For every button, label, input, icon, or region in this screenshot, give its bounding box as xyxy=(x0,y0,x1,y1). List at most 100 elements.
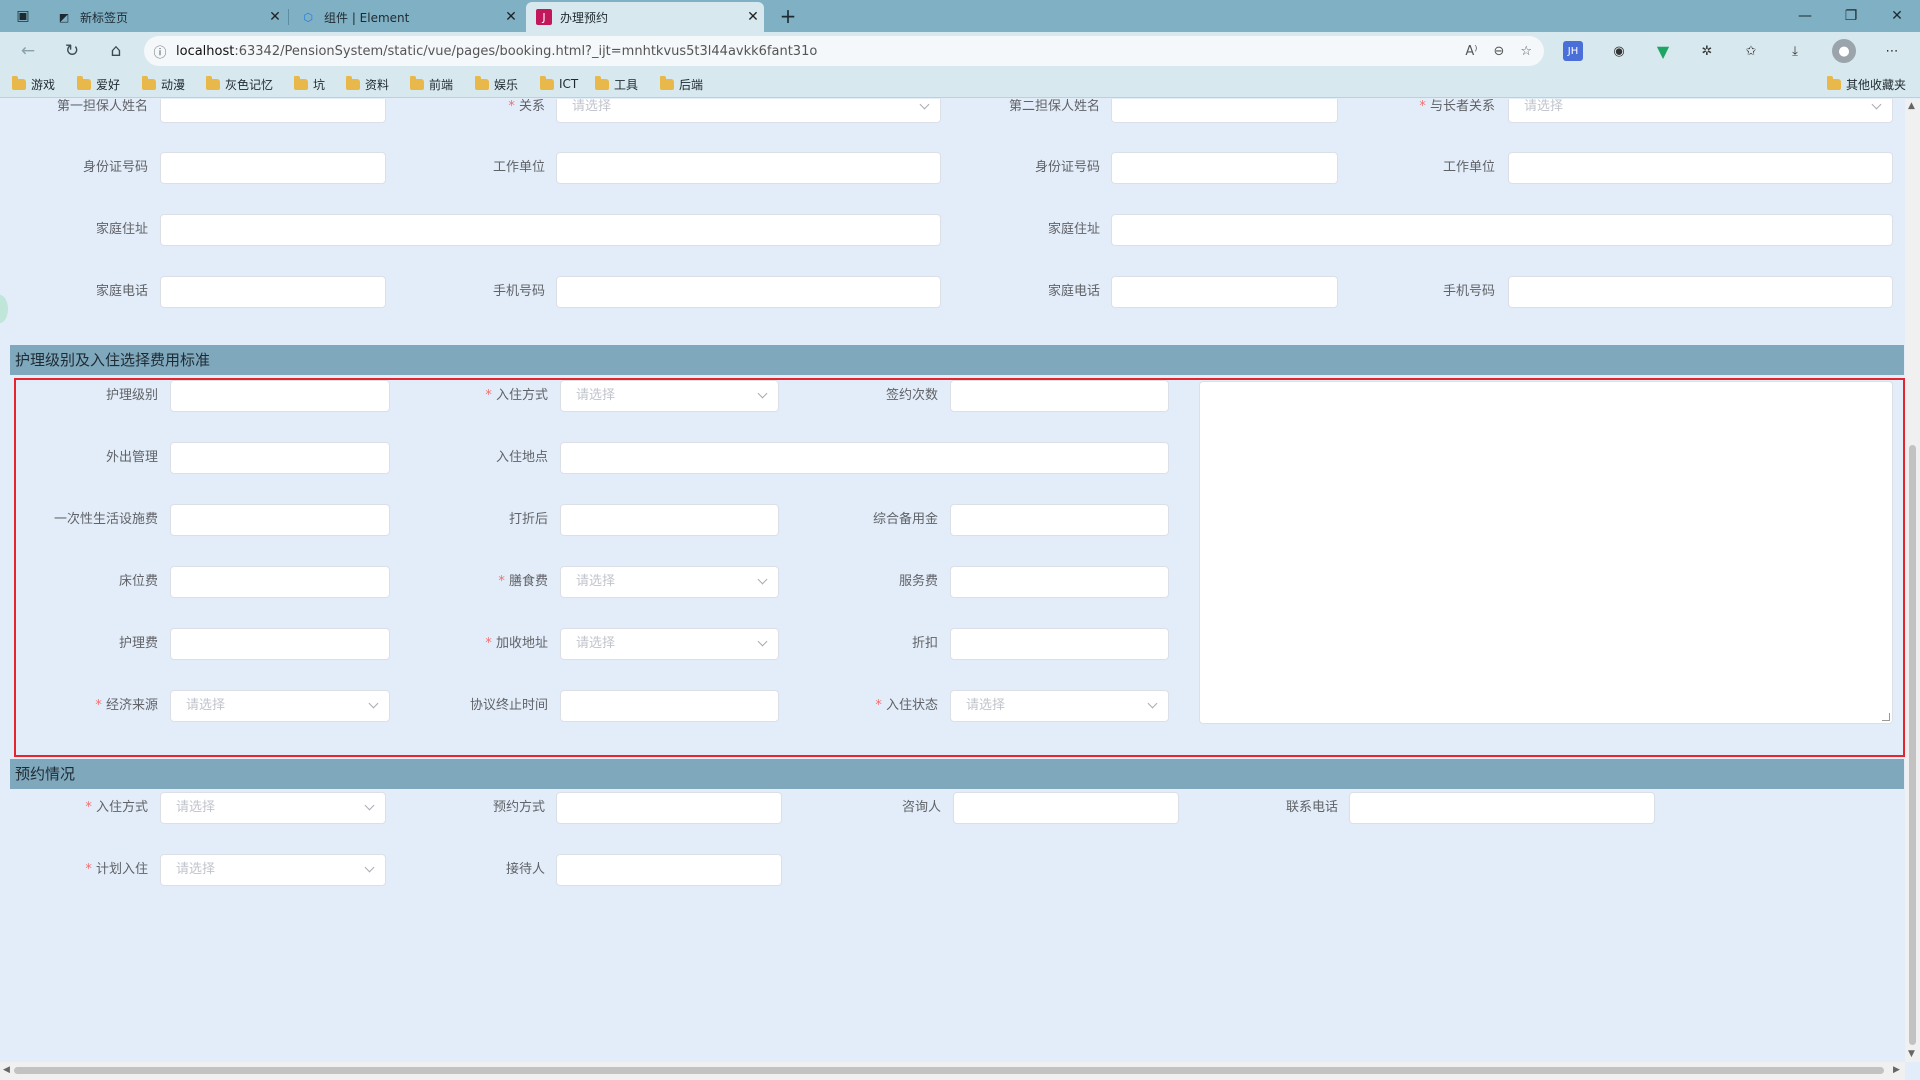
extension-icon[interactable]: ◉ xyxy=(1607,39,1631,63)
close-icon[interactable]: ✕ xyxy=(500,9,522,25)
bookmark-folder[interactable]: 前端 xyxy=(410,74,453,94)
chevron-down-icon xyxy=(919,99,930,110)
service-fee-input[interactable] xyxy=(950,566,1169,598)
tab-actions-icon[interactable]: ▣ xyxy=(0,0,46,32)
read-aloud-icon[interactable]: A⁾ xyxy=(1465,44,1477,59)
bookmark-folder[interactable]: 灰色记忆 xyxy=(206,74,273,94)
home-icon[interactable]: ⌂ xyxy=(102,37,130,65)
resize-handle-icon[interactable] xyxy=(1882,713,1890,721)
checkin-method-select[interactable]: 请选择 xyxy=(560,380,779,412)
scroll-thumb[interactable] xyxy=(1909,445,1916,1045)
care-level-input[interactable] xyxy=(170,380,390,412)
bookmark-folder[interactable]: ICT xyxy=(540,74,578,94)
new-tab-button[interactable]: + xyxy=(770,0,806,32)
second-home-address-input[interactable] xyxy=(1111,214,1893,246)
zoom-icon[interactable]: ⊖ xyxy=(1493,44,1504,59)
checkin-status-select[interactable]: 请选择 xyxy=(950,690,1169,722)
facility-fee-input[interactable] xyxy=(170,504,390,536)
close-window-button[interactable]: ✕ xyxy=(1874,0,1920,32)
first-employer-input[interactable] xyxy=(556,152,941,184)
reserve-fund-input[interactable] xyxy=(950,504,1169,536)
first-guarantor-name-input[interactable] xyxy=(160,99,386,123)
relation-select[interactable]: 请选择 xyxy=(556,99,941,123)
second-guarantor-name-input[interactable] xyxy=(1111,99,1338,123)
bookmark-folder[interactable]: 工具 xyxy=(595,74,638,94)
vue-devtools-icon[interactable]: ▼ xyxy=(1651,39,1675,63)
profile-avatar[interactable]: ● xyxy=(1832,39,1856,63)
bookmark-folder[interactable]: 后端 xyxy=(660,74,703,94)
address-bar[interactable]: ⓘ localhost:63342/PensionSystem/static/v… xyxy=(144,36,1544,66)
favorites-icon[interactable]: ✩ xyxy=(1739,39,1763,63)
favorite-star-icon[interactable]: ☆ xyxy=(1520,44,1532,59)
outing-management-input[interactable] xyxy=(170,442,390,474)
scroll-up-icon[interactable]: ▲ xyxy=(1908,101,1915,111)
bookmark-folder[interactable]: 爱好 xyxy=(77,74,120,94)
horizontal-scrollbar[interactable]: ◀ ▶ xyxy=(0,1062,1905,1080)
consultant-input[interactable] xyxy=(953,792,1179,824)
select-placeholder: 请选择 xyxy=(186,698,226,713)
second-home-phone-input[interactable] xyxy=(1111,276,1338,308)
bookmark-folder[interactable]: 游戏 xyxy=(12,74,55,94)
menu-more-icon[interactable]: ⋯ xyxy=(1880,39,1904,63)
folder-icon xyxy=(1827,75,1841,90)
booking-method-input[interactable] xyxy=(556,792,782,824)
bookmark-label: 前端 xyxy=(429,77,454,92)
booking-checkin-method-select[interactable]: 请选择 xyxy=(160,792,386,824)
field-label: 手机号码 xyxy=(1442,284,1495,299)
tab-new-tab[interactable]: ◩ 新标签页 ✕ xyxy=(46,2,286,32)
jh-extension-icon[interactable]: JH xyxy=(1563,41,1583,61)
download-icon[interactable]: ⤓ xyxy=(1783,39,1807,63)
discounted-price-input[interactable] xyxy=(560,504,779,536)
bookmark-folder[interactable]: 资料 xyxy=(346,74,389,94)
close-icon[interactable]: ✕ xyxy=(264,9,286,25)
first-home-address-input[interactable] xyxy=(160,214,941,246)
first-home-phone-input[interactable] xyxy=(160,276,386,308)
field-label: 关系 xyxy=(400,99,545,123)
close-icon[interactable]: ✕ xyxy=(742,9,764,25)
reload-icon[interactable]: ↻ xyxy=(58,37,86,65)
bookmark-other-folder[interactable]: 其他收藏夹 xyxy=(1827,74,1906,94)
info-icon[interactable]: ⓘ xyxy=(144,42,176,61)
scroll-down-icon[interactable]: ▼ xyxy=(1908,1049,1915,1059)
scroll-right-icon[interactable]: ▶ xyxy=(1893,1065,1900,1075)
planned-checkin-select[interactable]: 请选择 xyxy=(160,854,386,886)
restore-button[interactable]: ❐ xyxy=(1828,0,1874,32)
billing-address-select[interactable]: 请选择 xyxy=(560,628,779,660)
bookmark-label: 后端 xyxy=(679,77,704,92)
field-label: 入住方式 xyxy=(400,380,548,412)
minimize-button[interactable]: — xyxy=(1782,0,1828,32)
care-fee-input[interactable] xyxy=(170,628,390,660)
second-mobile-input[interactable] xyxy=(1508,276,1893,308)
vertical-scrollbar[interactable]: ▲ ▼ xyxy=(1905,99,1920,1062)
income-source-select[interactable]: 请选择 xyxy=(170,690,390,722)
bed-fee-input[interactable] xyxy=(170,566,390,598)
second-employer-input[interactable] xyxy=(1508,152,1893,184)
browser-tab-bar: ▣ ◩ 新标签页 ✕ ⬡ 组件 | Element ✕ J 办理预约 ✕ + —… xyxy=(0,0,1920,32)
tab-booking[interactable]: J 办理预约 ✕ xyxy=(526,2,764,32)
field-label: 服务费 xyxy=(898,574,938,589)
folder-icon xyxy=(475,75,489,90)
bookmark-folder[interactable]: 娱乐 xyxy=(475,74,518,94)
folder-icon xyxy=(660,75,674,90)
bookmark-folder[interactable]: 动漫 xyxy=(142,74,185,94)
receptionist-input[interactable] xyxy=(556,854,782,886)
sign-count-input[interactable] xyxy=(950,380,1169,412)
checkin-place-input[interactable] xyxy=(560,442,1169,474)
field-label: 联系电话 xyxy=(1285,800,1338,815)
scroll-thumb[interactable] xyxy=(14,1067,1884,1074)
tab-element[interactable]: ⬡ 组件 | Element ✕ xyxy=(290,2,522,32)
floating-helper-icon[interactable] xyxy=(0,295,8,323)
extensions-puzzle-icon[interactable]: ✲ xyxy=(1695,39,1719,63)
first-mobile-input[interactable] xyxy=(556,276,941,308)
contact-phone-input[interactable] xyxy=(1349,792,1655,824)
back-icon[interactable]: ← xyxy=(14,37,42,65)
bookmark-folder[interactable]: 坑 xyxy=(294,74,325,94)
second-id-number-input[interactable] xyxy=(1111,152,1338,184)
discount-input[interactable] xyxy=(950,628,1169,660)
meal-fee-select[interactable]: 请选择 xyxy=(560,566,779,598)
agreement-end-input[interactable] xyxy=(560,690,779,722)
elder-relation-select[interactable]: 请选择 xyxy=(1508,99,1893,123)
remarks-textarea[interactable] xyxy=(1199,381,1893,724)
first-id-number-input[interactable] xyxy=(160,152,386,184)
scroll-left-icon[interactable]: ◀ xyxy=(3,1065,10,1075)
